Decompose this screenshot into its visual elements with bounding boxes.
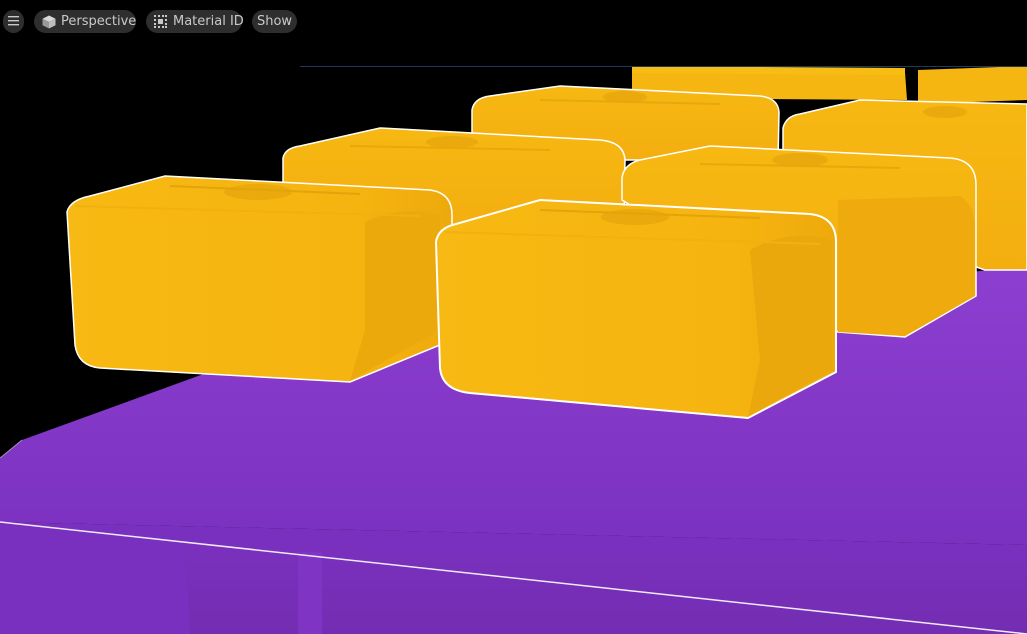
viewport-options-button[interactable]	[3, 10, 24, 33]
material-id-view-button[interactable]: Material ID	[146, 10, 244, 33]
hamburger-menu-icon	[8, 16, 19, 26]
material-id-icon	[154, 15, 167, 28]
material-id-label: Material ID	[173, 14, 244, 29]
level-viewport[interactable]: Perspective Material ID Show	[0, 0, 1027, 634]
perspective-cube-icon	[42, 15, 56, 29]
perspective-view-button[interactable]: Perspective	[34, 10, 136, 33]
show-button[interactable]: Show	[252, 10, 297, 33]
viewport-border-line	[300, 66, 1027, 67]
yellow-block[interactable]	[66, 175, 453, 383]
show-label: Show	[256, 14, 293, 29]
platform-leg-highlight	[298, 552, 322, 634]
viewport-toolbar: Perspective Material ID Show	[0, 0, 1027, 44]
yellow-block[interactable]	[918, 66, 1027, 104]
selected-yellow-block[interactable]	[434, 198, 837, 420]
viewport-scene[interactable]	[0, 0, 1027, 634]
perspective-label: Perspective	[61, 14, 137, 29]
